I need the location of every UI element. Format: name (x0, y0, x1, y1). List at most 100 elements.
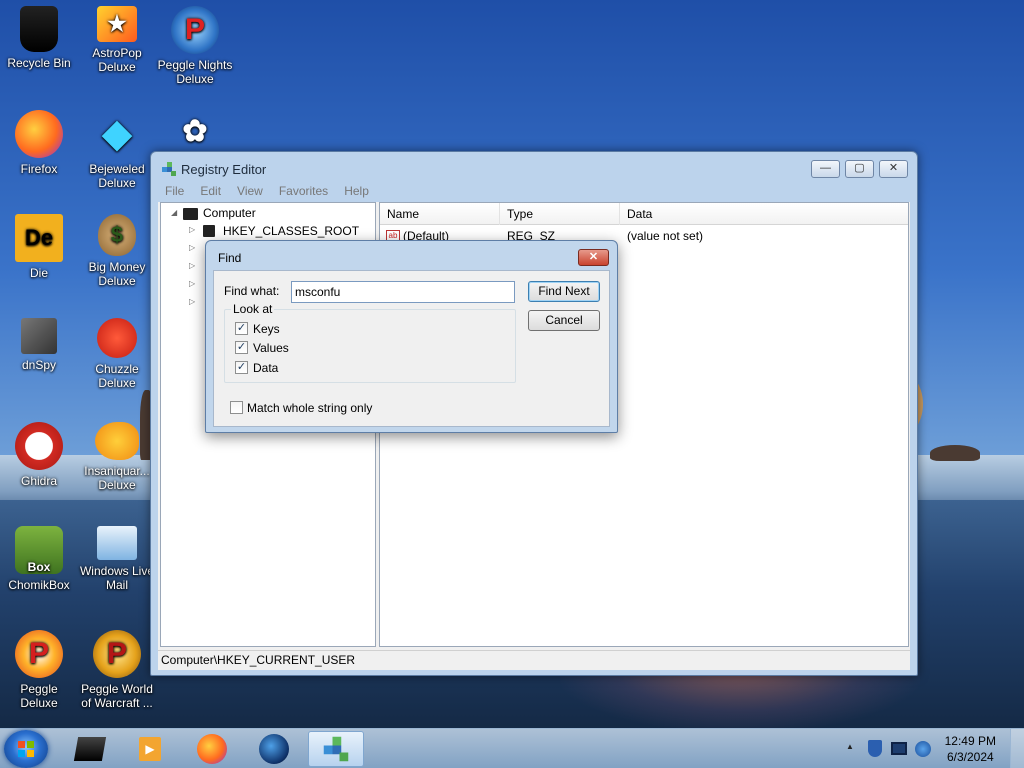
cancel-button[interactable]: Cancel (528, 310, 600, 331)
desktop-icon-label: Bejeweled Deluxe (89, 162, 145, 190)
clock[interactable]: 12:49 PM 6/3/2024 (945, 733, 996, 765)
desktop-icon-label: Firefox (20, 162, 58, 176)
registry-editor-icon (323, 736, 349, 762)
taskbar-media-player[interactable]: ▶ (122, 731, 178, 767)
desktop-icon-peggle[interactable]: P Peggle Deluxe (0, 630, 78, 710)
show-hidden-icons-button[interactable]: ▲ (846, 742, 854, 751)
value-data: (value not set) (627, 229, 704, 243)
keys-checkbox[interactable]: ✓ (235, 322, 248, 335)
find-what-input[interactable] (291, 281, 515, 303)
globe-icon (259, 734, 289, 764)
match-whole-string-label: Match whole string only (247, 401, 373, 415)
peggle-wow-icon: P (93, 630, 141, 678)
desktop-icon-chuzzle[interactable]: Chuzzle Deluxe (78, 318, 156, 390)
desktop-icon-big-money[interactable]: $ Big Money Deluxe (78, 214, 156, 288)
data-checkbox[interactable]: ✓ (235, 361, 248, 374)
maximize-button[interactable]: ▢ (845, 160, 874, 178)
desktop-icon-label: Die (29, 266, 48, 280)
desktop-icon-ghidra[interactable]: Ghidra (0, 422, 78, 488)
windows-live-mail-icon (97, 526, 137, 560)
match-whole-string-checkbox[interactable] (230, 401, 243, 414)
desktop-icon-label: AstroPop Deluxe (92, 46, 142, 74)
status-bar: Computer\HKEY_CURRENT_USER (158, 650, 910, 670)
expand-arrow-icon[interactable]: ▷ (189, 261, 198, 270)
look-at-label: Look at (231, 302, 275, 316)
taskbar-app-globe[interactable] (246, 731, 302, 767)
peggle-nights-icon: P (171, 6, 219, 54)
media-player-icon: ▶ (139, 737, 161, 761)
desktop-icon-label: Peggle World of Warcraft ... (81, 682, 153, 710)
network-icon[interactable] (915, 741, 931, 757)
tree-item-hkey-classes-root[interactable]: HKEY_CLASSES_ROOT (223, 222, 359, 240)
expand-arrow-icon[interactable]: ▷ (189, 243, 198, 252)
column-header-name[interactable]: Name (380, 203, 500, 225)
desktop-icon-die[interactable]: De Die (0, 214, 78, 280)
insaniquarium-icon (95, 422, 139, 460)
dialog-close-button[interactable]: ✕ (578, 249, 609, 266)
desktop-icon-firefox[interactable]: Firefox (0, 110, 78, 176)
menu-help[interactable]: Help (338, 182, 375, 202)
column-header-data[interactable]: Data (620, 203, 909, 225)
taskbar-registry-editor[interactable] (308, 731, 364, 767)
chomikbox-icon: Box (15, 526, 63, 574)
desktop-icon-recycle-bin[interactable]: Recycle Bin (0, 6, 78, 70)
expand-arrow-icon[interactable]: ▷ (189, 279, 198, 288)
menu-bar: File Edit View Favorites Help (159, 182, 375, 202)
peggle-icon: P (15, 630, 63, 678)
menu-file[interactable]: File (159, 182, 190, 202)
dialog-body: Find what: Find Next Cancel Look at ✓ Ke… (213, 270, 610, 427)
dialog-title: Find (218, 251, 242, 265)
astropop-icon: ★ (97, 6, 137, 42)
window-title: Registry Editor (181, 162, 267, 177)
desktop-icon-label: Ghidra (20, 474, 58, 488)
desktop-icon-label: Chuzzle Deluxe (95, 362, 139, 390)
desktop-icon-peggle-wow[interactable]: P Peggle World of Warcraft ... (78, 630, 156, 710)
start-button[interactable] (4, 730, 48, 768)
desktop-icon-bejeweled[interactable]: ◆ Bejeweled Deluxe (78, 110, 156, 190)
tree-item-computer[interactable]: Computer (203, 204, 256, 222)
desktop-icon-label: ChomikBox (8, 578, 70, 592)
values-checkbox[interactable]: ✓ (235, 341, 248, 354)
column-header-type[interactable]: Type (500, 203, 620, 225)
dnspy-icon (21, 318, 57, 354)
desktop-icon-peggle-nights[interactable]: P Peggle Nights Deluxe (156, 6, 234, 86)
close-button[interactable]: ✕ (879, 160, 908, 178)
menu-favorites[interactable]: Favorites (273, 182, 334, 202)
computer-icon (183, 208, 198, 220)
show-desktop-button[interactable] (1010, 729, 1024, 768)
desktop-icon-dnspy[interactable]: dnSpy (0, 318, 78, 372)
data-label: Data (253, 361, 279, 375)
shield-icon[interactable] (868, 740, 882, 757)
die-icon: De (15, 214, 63, 262)
money-bag-icon: $ (98, 214, 136, 256)
taskbar: ▶ ▲ 12:49 PM 6/3/2024 (0, 728, 1024, 768)
menu-view[interactable]: View (231, 182, 269, 202)
list-header: Name Type Data (380, 203, 908, 225)
expand-arrow-icon[interactable]: ▷ (189, 225, 198, 234)
desktop-icon-windows-live-mail[interactable]: Windows Live Mail (78, 526, 156, 592)
find-dialog[interactable]: Find ✕ Find what: Find Next Cancel Look … (205, 240, 618, 433)
bejeweled-icon: ◆ (102, 113, 132, 155)
taskbar-firefox[interactable] (184, 731, 240, 767)
desktop-icon-insaniquarium[interactable]: Insaniquar... Deluxe (78, 422, 156, 492)
find-what-label: Find what: (224, 284, 280, 298)
clock-date: 6/3/2024 (946, 750, 994, 764)
keys-label: Keys (253, 322, 280, 336)
desktop-icon-label: Insaniquar... Deluxe (84, 464, 150, 492)
desktop-icon-astropop[interactable]: ★ AstroPop Deluxe (78, 6, 156, 74)
minimize-button[interactable]: — (811, 160, 840, 178)
find-next-button[interactable]: Find Next (528, 281, 600, 302)
menu-edit[interactable]: Edit (194, 182, 227, 202)
desktop-icon-chomikbox[interactable]: Box ChomikBox (0, 526, 78, 592)
clock-time: 12:49 PM (944, 734, 996, 748)
chuzzle-icon (97, 318, 137, 358)
taskbar-recycle-bin[interactable] (62, 731, 118, 767)
monitor-icon[interactable] (891, 742, 907, 755)
collapse-arrow-icon[interactable]: ◢ (171, 208, 180, 217)
expand-arrow-icon[interactable]: ▷ (189, 297, 198, 306)
firefox-icon (197, 734, 227, 764)
ghidra-icon (15, 422, 63, 470)
black-box-icon (73, 737, 107, 761)
desktop-icon-label: Big Money Deluxe (88, 260, 146, 288)
flower-icon: ✿ (182, 115, 208, 148)
